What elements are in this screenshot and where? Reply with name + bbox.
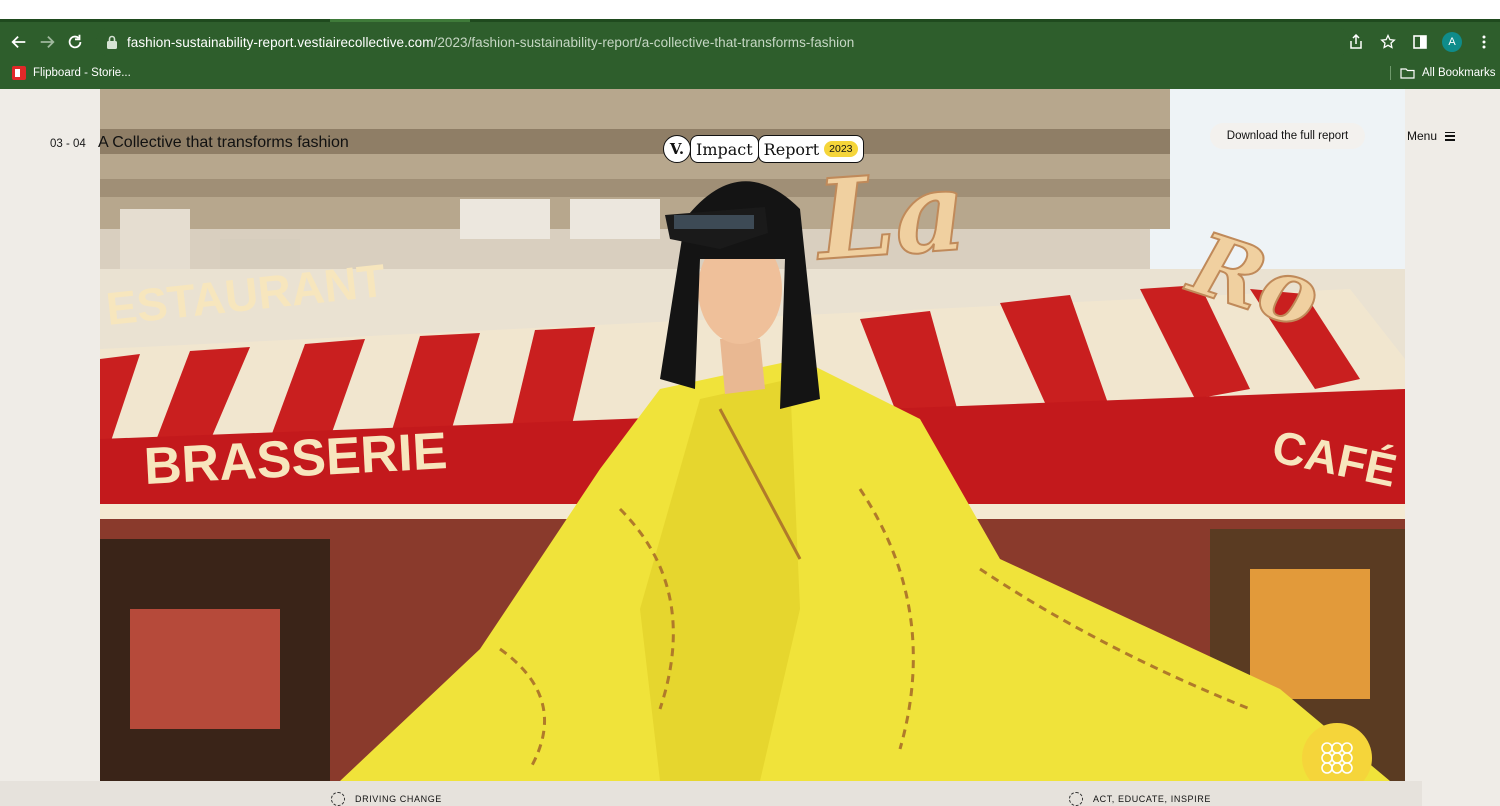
all-bookmarks-button[interactable]: All Bookmarks (1400, 63, 1496, 83)
page-title: A Collective that transforms fashion (98, 134, 349, 151)
hero-image: ESTAURANT BRASSERIE CAFÉ La Ro (100, 89, 1405, 781)
logo-word-report: Report 2023 (757, 135, 864, 163)
bottom-navigation: DRIVING CHANGE ACT, EDUCATE, INSPIRE (0, 781, 1422, 806)
window-top-strip (0, 0, 1500, 19)
address-bar-row: fashion-sustainability-report.vestiairec… (0, 25, 1500, 59)
nav-driving-change[interactable]: DRIVING CHANGE (331, 792, 442, 806)
tab-strip-edge (0, 19, 1500, 22)
flipboard-icon (12, 66, 26, 80)
impact-report-logo[interactable]: V. Impact Report 2023 (663, 135, 864, 163)
profile-button[interactable]: A (1436, 25, 1468, 59)
bookmark-flipboard[interactable]: Flipboard - Storie... (12, 63, 131, 83)
download-report-button[interactable]: Download the full report (1210, 123, 1365, 149)
share-icon (1350, 34, 1362, 49)
arrow-right-icon (40, 35, 55, 49)
url-field[interactable]: fashion-sustainability-report.vestiairec… (96, 27, 1350, 57)
page-content: ESTAURANT BRASSERIE CAFÉ La Ro 03 - 04 A… (0, 89, 1500, 806)
hero-illustration: ESTAURANT BRASSERIE CAFÉ La Ro (100, 89, 1405, 781)
kebab-menu-icon (1482, 35, 1486, 49)
dashed-circle-icon (1069, 792, 1083, 806)
toolbar-actions: A (1340, 25, 1500, 59)
all-bookmarks-label: All Bookmarks (1422, 67, 1496, 79)
sign-la: La (810, 146, 970, 285)
dashed-circle-icon (331, 792, 345, 806)
star-icon (1380, 34, 1396, 49)
bookmark-star-button[interactable] (1372, 25, 1404, 59)
side-panel-button[interactable] (1404, 25, 1436, 59)
share-button[interactable] (1340, 25, 1372, 59)
logo-mark: V. (663, 135, 691, 163)
bookmarks-divider (1390, 66, 1391, 80)
menu-label: Menu (1407, 129, 1438, 143)
back-button[interactable] (5, 25, 33, 59)
nav-act-educate-inspire[interactable]: ACT, EDUCATE, INSPIRE (1069, 792, 1211, 806)
lock-icon[interactable] (106, 35, 118, 49)
section-number: 03 - 04 (50, 138, 86, 150)
active-tab-indicator[interactable] (330, 19, 470, 22)
nav-label: DRIVING CHANGE (355, 794, 442, 804)
url-path: /2023/fashion-sustainability-report/a-co… (433, 34, 855, 50)
logo-year-badge: 2023 (824, 141, 858, 157)
forward-button[interactable] (33, 25, 61, 59)
bookmarks-bar: Flipboard - Storie... All Bookmarks (0, 59, 1500, 86)
nav-label: ACT, EDUCATE, INSPIRE (1093, 794, 1211, 804)
bookmark-label: Flipboard - Storie... (33, 67, 131, 79)
arrow-left-icon (11, 35, 26, 49)
reload-button[interactable] (61, 25, 89, 59)
browser-menu-button[interactable] (1468, 25, 1500, 59)
logo-report-text: Report (763, 139, 820, 159)
folder-icon (1400, 68, 1415, 79)
reload-icon (68, 34, 82, 49)
url-text: fashion-sustainability-report.vestiairec… (127, 35, 854, 50)
menu-button[interactable]: Menu (1407, 129, 1456, 143)
avatar: A (1442, 32, 1462, 52)
url-host: fashion-sustainability-report.vestiairec… (127, 34, 434, 50)
grid-circles-icon (1321, 742, 1353, 774)
side-panel-icon (1413, 35, 1427, 49)
logo-word-impact: Impact (690, 135, 759, 163)
hamburger-icon (1445, 131, 1456, 141)
